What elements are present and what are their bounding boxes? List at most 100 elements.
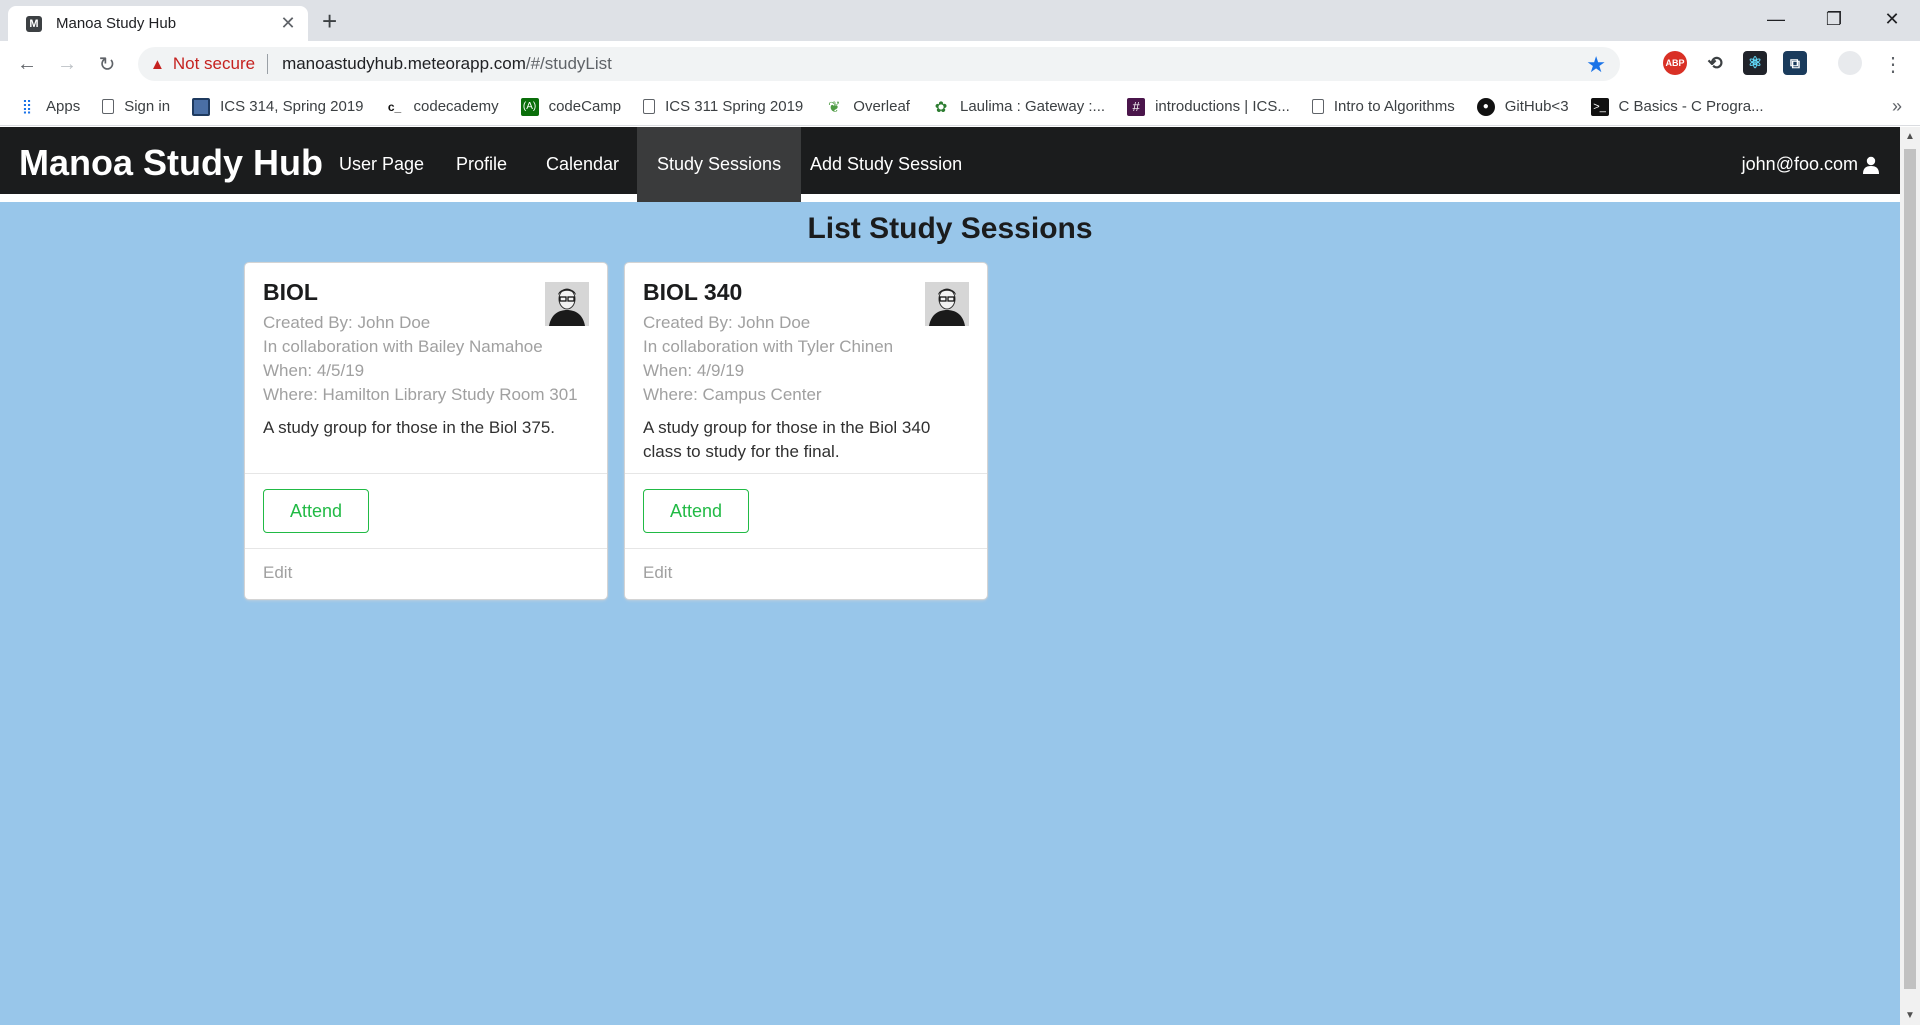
card-divider <box>245 473 607 474</box>
scroll-up-arrow-icon[interactable]: ▲ <box>1900 131 1920 142</box>
bookmark-introductions[interactable]: # introductions | ICS... <box>1127 97 1290 116</box>
session-when: When: 4/5/19 <box>263 361 365 380</box>
session-where: Where: Campus Center <box>643 385 822 404</box>
bookmark-sign-in[interactable]: Sign in <box>102 98 170 115</box>
warning-icon: ▲ <box>150 55 165 73</box>
attend-button[interactable]: Attend <box>263 489 369 533</box>
bookmark-laulima[interactable]: ✿ Laulima : Gateway :... <box>932 98 1105 116</box>
extension-icon[interactable]: ⧉ <box>1783 51 1807 75</box>
codecamp-icon: (A) <box>520 97 539 116</box>
new-tab-icon[interactable]: + <box>322 7 337 35</box>
bookmark-label: codecademy <box>413 98 499 115</box>
bookmark-github[interactable]: ● GitHub<3 <box>1476 97 1569 116</box>
nav-add-study-session[interactable]: Add Study Session <box>790 127 982 202</box>
attend-button[interactable]: Attend <box>643 489 749 533</box>
card-divider <box>625 473 987 474</box>
codecademy-icon: c_ <box>387 99 402 114</box>
avatar <box>925 282 969 326</box>
apps-grid-icon: ⣿ <box>21 98 33 114</box>
bookmark-label: C Basics - C Progra... <box>1618 98 1764 115</box>
user-menu[interactable]: john@foo.com <box>1742 127 1880 202</box>
avatar <box>545 282 589 326</box>
slack-icon: # <box>1127 97 1146 116</box>
bookmark-label: codeCamp <box>548 98 622 115</box>
user-portrait-icon <box>545 282 589 326</box>
bookmark-label: Laulima : Gateway :... <box>959 98 1106 115</box>
sync-icon[interactable]: ⟲ <box>1703 51 1727 75</box>
bookmark-star-icon[interactable]: ★ <box>1586 52 1606 78</box>
nav-calendar[interactable]: Calendar <box>526 127 639 202</box>
card-content: BIOL 340 Created By: John Doe In collabo… <box>625 263 987 473</box>
bookmarks-overflow-icon[interactable]: » <box>1892 96 1902 117</box>
nav-study-sessions[interactable]: Study Sessions <box>637 127 802 202</box>
card-header: BIOL 340 <box>643 279 743 305</box>
edit-link[interactable]: Edit <box>245 549 607 597</box>
adblock-icon[interactable]: ABP <box>1663 51 1687 75</box>
browser-tabstrip: M Manoa Study Hub ✕ + — ❐ ✕ <box>0 0 1920 41</box>
menu-kebab-icon[interactable]: ⋮ <box>1878 49 1908 79</box>
github-icon: ● <box>1476 97 1495 116</box>
terminal-icon: >_ <box>1590 97 1609 116</box>
browser-tab[interactable]: M Manoa Study Hub ✕ <box>8 6 308 41</box>
scroll-down-arrow-icon[interactable]: ▼ <box>1900 1010 1920 1021</box>
bookmark-ics314[interactable]: ICS 314, Spring 2019 <box>192 97 364 116</box>
profile-avatar-icon[interactable] <box>1838 51 1862 75</box>
leaf-icon: ❦ <box>827 98 841 116</box>
page-viewport: Manoa Study Hub User Page Profile Calend… <box>0 127 1900 1025</box>
session-description: A study group for those in the Biol 375. <box>263 418 556 437</box>
bookmark-label: introductions | ICS... <box>1155 98 1290 115</box>
user-email: john@foo.com <box>1741 154 1858 174</box>
bookmark-algorithms[interactable]: Intro to Algorithms <box>1311 98 1455 115</box>
bookmark-apps[interactable]: ⣿ Apps <box>18 98 80 116</box>
reload-icon[interactable]: ↻ <box>92 49 122 79</box>
edit-link[interactable]: Edit <box>625 549 987 597</box>
user-icon <box>1863 156 1879 174</box>
page-icon <box>102 99 115 114</box>
nav-user-page[interactable]: User Page <box>319 127 444 202</box>
bookmark-codecamp[interactable]: (A) codeCamp <box>520 97 622 116</box>
omnibox-divider <box>267 54 269 74</box>
bookmark-label: ICS 311 Spring 2019 <box>665 98 804 115</box>
minimize-icon[interactable]: — <box>1748 0 1804 38</box>
collaboration: In collaboration with Tyler Chinen <box>643 337 894 356</box>
square-icon <box>192 97 211 116</box>
restore-icon[interactable]: ❐ <box>1806 0 1862 38</box>
vertical-scrollbar[interactable]: ▲ ▼ <box>1900 127 1920 1025</box>
forward-icon[interactable]: → <box>52 49 82 79</box>
bookmark-ics311[interactable]: ICS 311 Spring 2019 <box>643 98 803 115</box>
session-where: Where: Hamilton Library Study Room 301 <box>263 385 578 404</box>
meteor-favicon-icon: M <box>26 15 42 32</box>
study-session-card: BIOL 340 Created By: John Doe In collabo… <box>625 263 987 599</box>
card-header: BIOL <box>263 279 318 305</box>
created-by: Created By: John Doe <box>643 313 811 332</box>
collaboration: In collaboration with Bailey Namahoe <box>263 337 543 356</box>
bookmarks-bar: ⣿ Apps Sign in ICS 314, Spring 2019 c_ c… <box>0 88 1920 126</box>
security-label[interactable]: Not secure <box>173 54 255 74</box>
session-when: When: 4/9/19 <box>643 361 745 380</box>
tab-title: Manoa Study Hub <box>56 15 177 32</box>
nav-profile[interactable]: Profile <box>436 127 527 202</box>
brand-logo[interactable]: Manoa Study Hub <box>19 142 323 184</box>
bookmark-overleaf[interactable]: ❦ Overleaf <box>825 98 910 116</box>
url-path: /#/studyList <box>525 54 612 73</box>
back-icon[interactable]: ← <box>12 49 42 79</box>
close-window-icon[interactable]: ✕ <box>1864 0 1920 38</box>
address-bar[interactable]: ▲ Not secure manoastudyhub.meteorapp.com… <box>138 47 1620 81</box>
page-title: List Study Sessions <box>807 212 1093 245</box>
scrollbar-thumb[interactable] <box>1904 149 1916 989</box>
tab-close-icon[interactable]: ✕ <box>278 13 298 34</box>
bookmark-label: Intro to Algorithms <box>1333 98 1455 115</box>
laulima-icon: ✿ <box>934 98 948 116</box>
bookmark-label: Overleaf <box>853 98 910 115</box>
card-content: BIOL Created By: John Doe In collaborati… <box>245 263 607 473</box>
study-session-card: BIOL Created By: John Doe In collaborati… <box>245 263 607 599</box>
react-devtools-icon[interactable]: ⚛ <box>1743 51 1767 75</box>
bookmark-label: GitHub<3 <box>1504 98 1569 115</box>
bookmark-c-basics[interactable]: >_ C Basics - C Progra... <box>1590 97 1764 116</box>
bookmark-label: ICS 314, Spring 2019 <box>220 98 364 115</box>
bookmark-label: Apps <box>46 98 81 115</box>
session-description: A study group for those in the Biol 340 … <box>643 418 931 461</box>
created-by: Created By: John Doe <box>263 313 431 332</box>
browser-toolbar: ← → ↻ ▲ Not secure manoastudyhub.meteora… <box>0 41 1920 88</box>
bookmark-codecademy[interactable]: c_ codecademy <box>386 98 499 116</box>
